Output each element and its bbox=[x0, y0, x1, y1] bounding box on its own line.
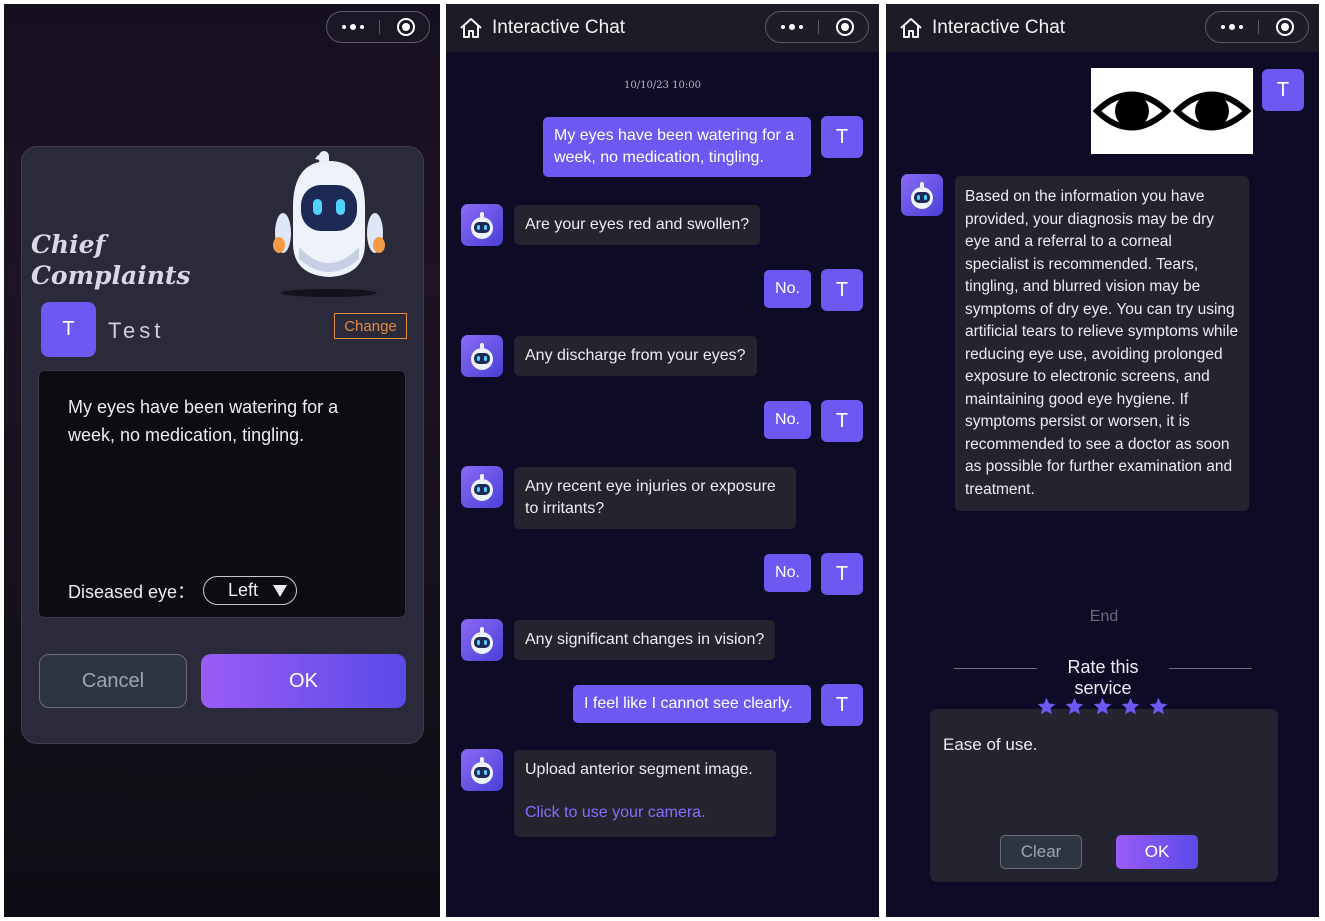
more-dots-icon[interactable] bbox=[766, 12, 818, 42]
chat-title: Interactive Chat bbox=[932, 17, 1066, 38]
robot-icon bbox=[471, 627, 493, 654]
star-icon[interactable] bbox=[1036, 696, 1057, 717]
user-message: I feel like I cannot see clearly. bbox=[573, 685, 811, 723]
title-line-1: Chief bbox=[31, 230, 106, 259]
home-icon[interactable] bbox=[459, 17, 483, 39]
eyes-image bbox=[1091, 68, 1253, 154]
title-line-2: Complaints bbox=[31, 261, 191, 290]
change-button[interactable]: Change bbox=[334, 313, 407, 339]
diseased-eye-label: Diseased eye： bbox=[68, 582, 196, 602]
diseased-eye-select[interactable]: Left bbox=[203, 576, 297, 605]
user-avatar-initial: T bbox=[835, 693, 849, 716]
end-label-text: End bbox=[1089, 608, 1119, 625]
user-name: Test bbox=[108, 318, 165, 343]
chief-complaints-screen: Chief Complaints T Test Change My eyes h… bbox=[4, 4, 440, 917]
chat-title: Interactive Chat bbox=[492, 17, 626, 38]
bot-avatar bbox=[461, 749, 503, 791]
user-avatar-initial: T bbox=[835, 278, 849, 301]
complaint-text: My eyes have been watering for a week, n… bbox=[68, 397, 339, 445]
ok-button[interactable]: OK bbox=[201, 654, 406, 708]
user-avatar: T bbox=[41, 302, 96, 357]
bot-message: Upload anterior segment image. Click to … bbox=[514, 750, 776, 837]
chat-header: Interactive Chat bbox=[446, 4, 879, 52]
complaint-textarea[interactable]: My eyes have been watering for a week, n… bbox=[38, 370, 406, 618]
bot-avatar bbox=[901, 174, 943, 216]
ok-button[interactable]: OK bbox=[1116, 835, 1198, 869]
chat-header: Interactive Chat bbox=[886, 4, 1319, 52]
user-avatar-initial: T bbox=[62, 318, 75, 340]
robot-icon bbox=[471, 343, 493, 370]
user-avatar: T bbox=[1262, 69, 1304, 111]
rate-title: Rate this service bbox=[1037, 657, 1169, 699]
user-avatar-initial: T bbox=[835, 562, 849, 585]
user-avatar: T bbox=[821, 400, 863, 442]
bot-avatar bbox=[461, 466, 503, 508]
more-dots-icon[interactable] bbox=[1206, 12, 1258, 42]
dropdown-triangle-icon bbox=[273, 585, 287, 597]
user-avatar-initial: T bbox=[835, 409, 849, 432]
star-icon[interactable] bbox=[1064, 696, 1085, 717]
feedback-text: Ease of use. bbox=[943, 735, 1038, 754]
mini-program-capsule bbox=[326, 11, 430, 43]
bot-avatar bbox=[461, 619, 503, 661]
chat-timestamp: 10/10/23 10:00 bbox=[624, 80, 701, 91]
star-icon[interactable] bbox=[1120, 696, 1141, 717]
mini-program-capsule bbox=[1205, 11, 1309, 43]
bot-message: Any significant changes in vision? bbox=[514, 620, 776, 660]
diagnosis-result-screen: Interactive Chat T Based on the informat… bbox=[886, 4, 1319, 917]
diseased-eye-value: Left bbox=[228, 580, 259, 600]
star-icon[interactable] bbox=[1092, 696, 1113, 717]
camera-link[interactable]: Click to use your camera. bbox=[525, 802, 765, 824]
user-avatar: T bbox=[821, 269, 863, 311]
bot-avatar bbox=[461, 335, 503, 377]
home-icon[interactable] bbox=[899, 17, 923, 39]
cancel-button[interactable]: Cancel bbox=[39, 654, 187, 708]
user-avatar-initial: T bbox=[1276, 78, 1290, 101]
star-rating[interactable] bbox=[1036, 696, 1169, 717]
user-avatar: T bbox=[821, 553, 863, 595]
mini-program-capsule bbox=[765, 11, 869, 43]
chief-complaints-dialog: Chief Complaints T Test Change My eyes h… bbox=[21, 146, 424, 744]
capsule-divider bbox=[818, 20, 819, 34]
user-message: No. bbox=[764, 401, 811, 439]
user-message: No. bbox=[764, 554, 811, 592]
interactive-chat-screen: Interactive Chat 10/10/23 10:00 My eyes … bbox=[446, 4, 879, 917]
user-avatar: T bbox=[821, 116, 863, 158]
capsule-divider bbox=[1258, 20, 1259, 34]
capsule-divider bbox=[379, 20, 380, 34]
robot-icon bbox=[259, 147, 399, 302]
user-avatar-initial: T bbox=[835, 125, 849, 148]
more-dots-icon[interactable] bbox=[327, 12, 379, 42]
bot-message: Are your eyes red and swollen? bbox=[514, 205, 761, 245]
robot-icon bbox=[911, 182, 933, 209]
record-icon[interactable] bbox=[1276, 18, 1294, 36]
user-avatar: T bbox=[821, 684, 863, 726]
bot-message: Any recent eye injuries or exposure to i… bbox=[514, 467, 796, 529]
bot-avatar bbox=[461, 204, 503, 246]
page-title: Chief Complaints bbox=[31, 229, 191, 291]
rate-section: Rate this service bbox=[954, 656, 1252, 699]
robot-icon bbox=[471, 757, 493, 784]
bot-message: Any discharge from your eyes? bbox=[514, 336, 757, 376]
record-icon[interactable] bbox=[836, 18, 854, 36]
star-icon[interactable] bbox=[1148, 696, 1169, 717]
robot-icon bbox=[471, 474, 493, 501]
clear-button[interactable]: Clear bbox=[1000, 835, 1082, 869]
feedback-box[interactable]: Ease of use. Clear OK bbox=[930, 709, 1278, 882]
user-message: My eyes have been watering for a week, n… bbox=[543, 117, 811, 177]
diagnosis-message: Based on the information you have provid… bbox=[955, 176, 1249, 511]
record-icon[interactable] bbox=[397, 18, 415, 36]
user-message: No. bbox=[764, 270, 811, 308]
bot-message-text: Upload anterior segment image. bbox=[525, 761, 753, 778]
robot-icon bbox=[471, 212, 493, 239]
